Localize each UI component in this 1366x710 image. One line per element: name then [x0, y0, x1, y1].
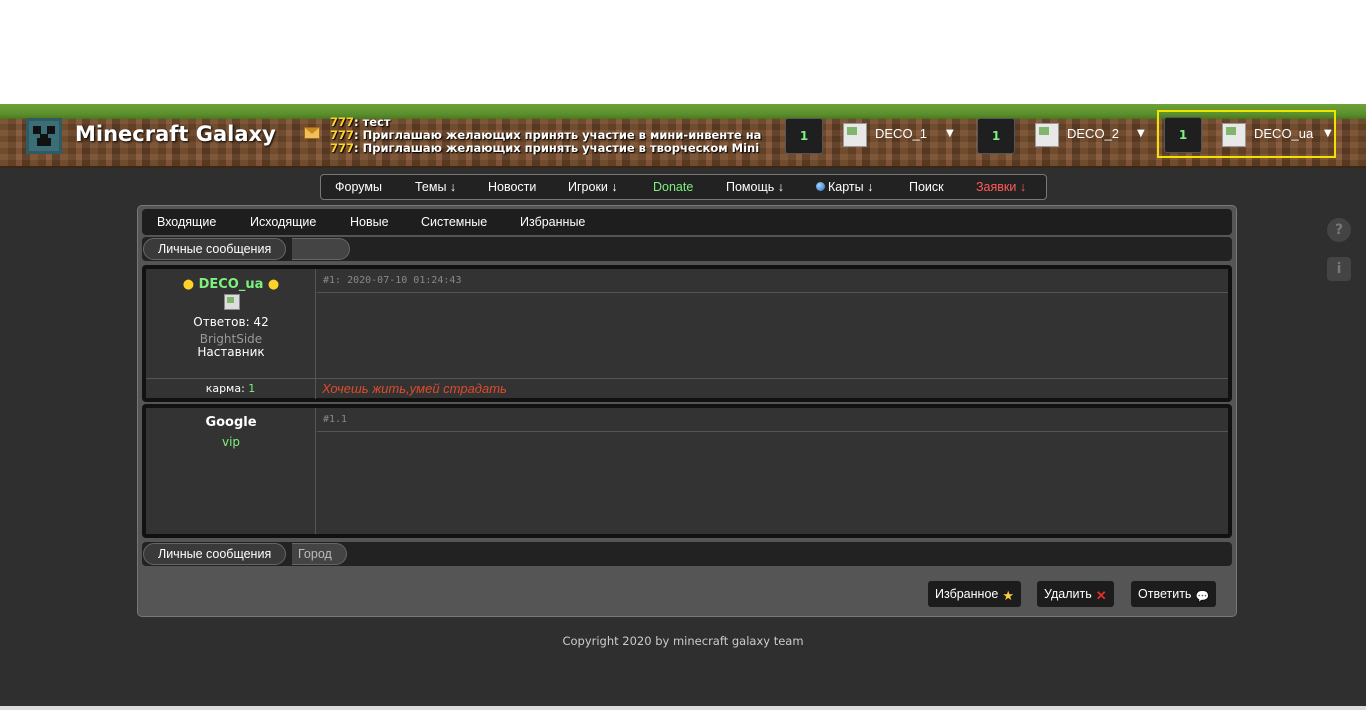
tab-inbox[interactable]: Входящие — [157, 215, 216, 229]
nav-topics[interactable]: Темы ↓ — [415, 180, 456, 194]
delete-button[interactable]: Удалить ✕ — [1036, 580, 1115, 608]
karma-value: 1 — [248, 382, 256, 395]
nav-maps-label: Карты ↓ — [828, 180, 874, 194]
speech-bubble-icon: 💬 — [1195, 591, 1210, 603]
info-icon[interactable]: i — [1327, 257, 1351, 281]
chevron-down-icon[interactable]: ▼ — [946, 128, 954, 139]
close-icon: ✕ — [1095, 588, 1107, 603]
author-name[interactable]: Google — [146, 415, 316, 430]
breadcrumb-private-messages[interactable]: Личные сообщения — [143, 238, 287, 260]
breadcrumb-private-messages[interactable]: Личные сообщения — [143, 543, 287, 565]
message-post: Google vip #1.1 — [142, 404, 1232, 538]
site-header: Minecraft Galaxy 777: тест 777: Приглаша… — [0, 104, 1366, 168]
favorite-button[interactable]: Избранное ★ — [927, 580, 1023, 608]
post-meta: #1.1 — [317, 408, 1228, 432]
breadcrumb-bottom: Личные сообщения Город — [142, 542, 1232, 566]
chevron-down-icon[interactable]: ▼ — [1324, 128, 1332, 139]
globe-icon — [816, 182, 825, 191]
nav-news[interactable]: Новости — [488, 180, 536, 194]
nav-search[interactable]: Поиск — [909, 180, 944, 194]
user-rank: Наставник — [197, 345, 265, 359]
site-title[interactable]: Minecraft Galaxy — [75, 122, 276, 146]
breadcrumb-tail — [292, 238, 350, 260]
page-bottom-edge — [0, 706, 1366, 710]
reply-button[interactable]: Ответить 💬 — [1130, 580, 1218, 608]
online-dot-icon: ● — [267, 277, 280, 292]
user-rank: vip — [221, 435, 241, 449]
message-post: ● DECO_ua ● Ответов: 42 BrightSide Наста… — [142, 265, 1232, 402]
notification-count[interactable]: 1 — [977, 118, 1015, 154]
reply-count: Ответов: 42 — [193, 315, 269, 329]
signature: Хочешь жить,умей страдать — [322, 381, 507, 396]
tab-outbox[interactable]: Исходящие — [250, 215, 316, 229]
help-icon[interactable]: ? — [1327, 218, 1351, 242]
post-meta: #1: 2020-07-10 01:24:43 — [317, 269, 1228, 293]
nav-help[interactable]: Помощь ↓ — [726, 180, 784, 194]
account-switcher-deco-ua[interactable]: 1 DECO_ua ▼ — [1157, 110, 1336, 158]
news-item: 777: Приглашаю желающих принять участие … — [330, 141, 762, 155]
post-author-panel: Google vip — [146, 408, 316, 534]
breadcrumb-city[interactable]: Город — [292, 543, 347, 565]
tab-new[interactable]: Новые — [350, 215, 389, 229]
creeper-logo-icon[interactable] — [26, 118, 62, 154]
avatar — [1035, 123, 1059, 147]
tab-system[interactable]: Системные — [421, 215, 487, 229]
footer-copyright: Copyright 2020 by minecraft galaxy team — [562, 634, 804, 648]
news-ticker: 777: тест 777: Приглашаю желающих принят… — [330, 116, 762, 155]
mail-icon[interactable] — [304, 127, 320, 139]
account-name: DECO_ua — [1254, 126, 1314, 141]
notification-count[interactable]: 1 — [1164, 117, 1202, 153]
browser-blank-area — [0, 0, 1366, 104]
account-name: DECO_1 — [875, 126, 928, 141]
account-name: DECO_2 — [1067, 126, 1120, 141]
post-author[interactable]: ● DECO_ua ● — [146, 277, 316, 292]
notification-count[interactable]: 1 — [785, 118, 823, 154]
star-icon: ★ — [1002, 588, 1015, 603]
nav-donate[interactable]: Donate — [653, 180, 693, 194]
karma: карма: 1 — [146, 382, 316, 399]
tab-favorites[interactable]: Избранные — [520, 215, 585, 229]
author-name[interactable]: DECO_ua — [199, 277, 264, 292]
avatar — [224, 294, 240, 310]
message-tabs: Входящие Исходящие Новые Системные Избра… — [142, 209, 1232, 235]
main-nav: Форумы Темы ↓ Новости Игроки ↓ Donate По… — [320, 174, 1047, 200]
user-group: BrightSide — [199, 332, 263, 346]
account-switcher-deco-2[interactable]: 1 DECO_2 ▼ — [977, 116, 1157, 154]
post-footer: карма: 1 Хочешь жить,умей страдать — [146, 378, 1228, 399]
online-dot-icon: ● — [182, 277, 195, 292]
nav-players[interactable]: Игроки ↓ — [568, 180, 618, 194]
nav-forums[interactable]: Форумы — [335, 180, 382, 194]
nav-maps[interactable]: Карты ↓ — [816, 180, 873, 194]
nav-requests[interactable]: Заявки ↓ — [976, 180, 1026, 194]
chevron-down-icon[interactable]: ▼ — [1137, 128, 1145, 139]
avatar — [1222, 123, 1246, 147]
avatar — [843, 123, 867, 147]
messages-panel: Входящие Исходящие Новые Системные Избра… — [137, 205, 1237, 617]
account-switcher-deco-1[interactable]: 1 DECO_1 ▼ — [785, 116, 965, 154]
breadcrumb: Личные сообщения — [142, 237, 1232, 261]
